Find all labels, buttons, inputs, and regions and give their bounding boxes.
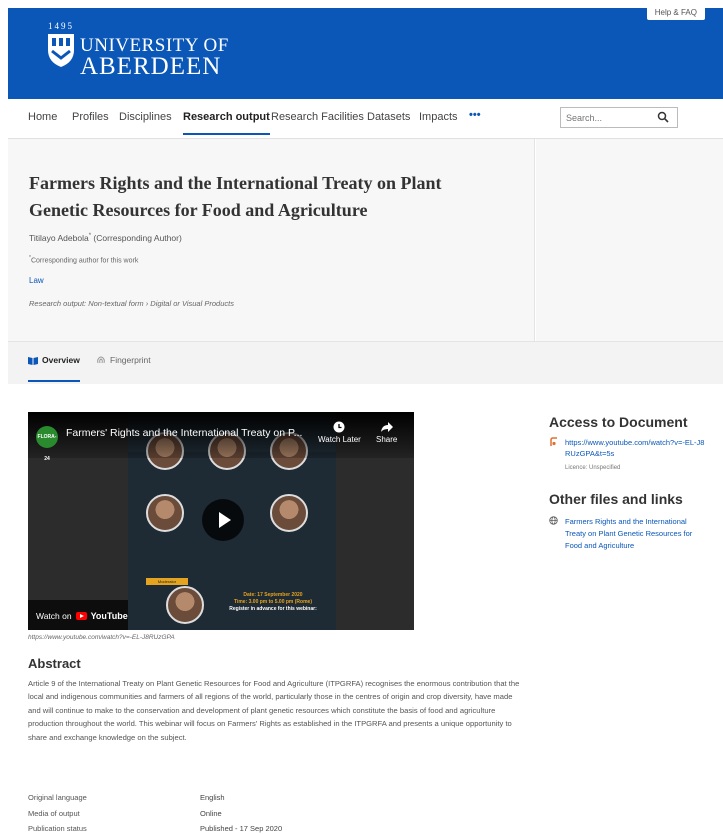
webinar-register-line: Register in advance for this webinar: xyxy=(229,606,317,612)
crest-icon xyxy=(48,34,74,67)
tab-overview[interactable]: Overview xyxy=(28,355,80,382)
share-button[interactable]: Share xyxy=(376,421,397,444)
meta-key-media: Media of output xyxy=(28,809,80,818)
video-top-bar: FLORA-24 Farmers' Rights and the Interna… xyxy=(28,412,414,462)
share-label: Share xyxy=(376,435,398,444)
webinar-date-line: Date: 17 September 2020 xyxy=(243,592,303,598)
meta-value-media: Online xyxy=(200,809,222,818)
record-header: Farmers Rights and the International Tre… xyxy=(8,139,535,341)
nav-research-output[interactable]: Research output xyxy=(183,111,270,135)
tab-fingerprint-label: Fingerprint xyxy=(110,355,151,365)
logo-year: 1495 xyxy=(48,21,74,31)
tab-fingerprint[interactable]: Fingerprint xyxy=(96,355,151,365)
nav-research-facilities[interactable]: Research Facilities xyxy=(271,111,364,123)
nav-home[interactable]: Home xyxy=(28,111,57,123)
moderator-text: Moderator xyxy=(157,579,177,584)
speaker-photo xyxy=(146,494,184,532)
record-side-panel xyxy=(536,139,723,341)
page-title: Farmers Rights and the International Tre… xyxy=(29,173,442,220)
discipline-link[interactable]: Law xyxy=(29,276,44,285)
nav-profiles[interactable]: Profiles xyxy=(72,111,109,123)
book-icon xyxy=(28,356,38,365)
nav-datasets[interactable]: Datasets xyxy=(367,111,410,123)
meta-key-language: Original language xyxy=(28,793,87,802)
video-url-caption: https://www.youtube.com/watch?v=-EL-J8RU… xyxy=(28,634,175,641)
video-embed[interactable]: Moderator Date: 17 September 2020 Time: … xyxy=(28,412,414,630)
channel-avatar[interactable]: FLORA-24 xyxy=(36,426,58,462)
note-text: Corresponding author for this work xyxy=(30,257,139,265)
record-tabs: Overview Fingerprint xyxy=(8,341,723,384)
webinar-date: Date: 17 September 2020 Time: 3.00 pm to… xyxy=(213,592,333,613)
speaker-photo xyxy=(270,494,308,532)
meta-value-language: English xyxy=(200,793,225,802)
nav-impacts[interactable]: Impacts xyxy=(419,111,458,123)
site-header: Help & FAQ 1495 UNIVERSITY OF ABERDEEN xyxy=(8,8,723,99)
play-button[interactable] xyxy=(202,499,244,541)
moderator-label: Moderator xyxy=(146,578,188,585)
author-line: Titilayo Adebola* (Corresponding Author) xyxy=(29,233,182,243)
author-role: (Corresponding Author) xyxy=(93,233,182,243)
search-icon[interactable] xyxy=(657,111,669,123)
speaker-photo xyxy=(166,586,204,624)
watch-later-button[interactable]: Watch Later xyxy=(318,421,361,444)
logo-line-2: ABERDEEN xyxy=(80,53,222,80)
nav-disciplines[interactable]: Disciplines xyxy=(119,111,172,123)
search-box xyxy=(560,107,678,128)
access-document-link[interactable]: https://www.youtube.com/watch?v=-EL-J8RU… xyxy=(565,437,705,459)
author-name[interactable]: Titilayo Adebola xyxy=(29,233,89,243)
tab-overview-label: Overview xyxy=(42,355,80,365)
corresponding-note: *Corresponding author for this work xyxy=(29,255,138,264)
other-file-link[interactable]: Farmers Rights and the International Tre… xyxy=(565,516,705,552)
author-marker: * xyxy=(88,233,92,240)
nav-more-button[interactable]: ••• xyxy=(469,109,481,121)
search-input[interactable] xyxy=(561,108,651,128)
help-faq-link[interactable]: Help & FAQ xyxy=(646,8,705,20)
output-type: Research output: Non-textual form › Digi… xyxy=(29,299,234,308)
fingerprint-icon xyxy=(97,356,105,364)
abstract-heading: Abstract xyxy=(28,656,81,671)
youtube-wordmark: YouTube xyxy=(90,611,128,621)
webinar-time-line: Time: 3.00 pm to 5.00 pm (Rome) xyxy=(234,599,312,605)
share-icon xyxy=(380,422,393,432)
meta-key-status: Publication status xyxy=(28,824,87,833)
other-files-heading: Other files and links xyxy=(549,491,683,507)
abstract-text: Article 9 of the International Treaty on… xyxy=(28,679,520,742)
access-heading: Access to Document xyxy=(549,414,688,430)
meta-value-status: Published - 17 Sep 2020 xyxy=(200,824,283,833)
globe-icon xyxy=(549,516,558,525)
watch-on-label: Watch on xyxy=(36,611,72,621)
video-title[interactable]: Farmers' Rights and the International Tr… xyxy=(66,427,302,439)
clock-icon xyxy=(333,421,345,433)
external-document-icon xyxy=(550,437,557,446)
youtube-icon xyxy=(75,612,87,620)
watch-on-youtube[interactable]: Watch on YouTube xyxy=(28,600,128,630)
main-nav: Home Profiles Disciplines Research outpu… xyxy=(8,99,723,139)
watch-later-label: Watch Later xyxy=(318,435,361,444)
license-text: Licence: Unspecified xyxy=(565,465,621,471)
